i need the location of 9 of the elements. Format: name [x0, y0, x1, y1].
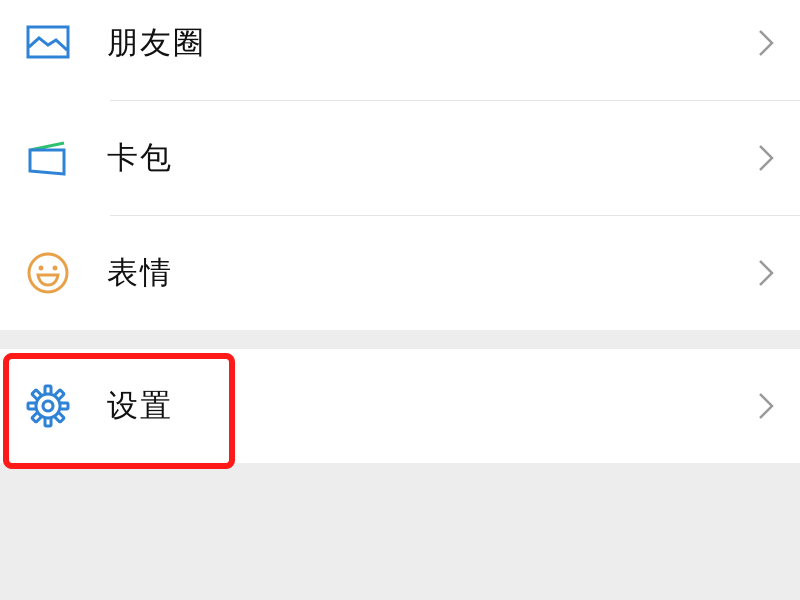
settings-icon — [26, 384, 70, 428]
chevron-right-icon — [758, 29, 774, 57]
smiley-icon — [26, 251, 70, 295]
menu-item-label[interactable]: 表情 — [107, 252, 758, 294]
menu-item-label[interactable]: 卡包 — [107, 137, 758, 179]
chevron-right-icon — [758, 144, 774, 172]
chevron-right-icon — [758, 392, 774, 420]
chevron-right-icon — [758, 259, 774, 287]
menu-item-label[interactable]: 朋友圈 — [107, 22, 758, 64]
